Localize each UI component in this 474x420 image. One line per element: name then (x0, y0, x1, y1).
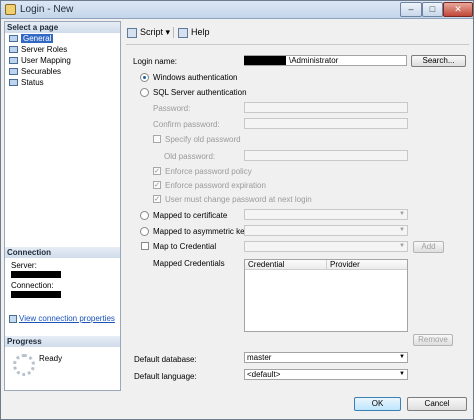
grid-header-provider[interactable]: Provider (327, 260, 407, 270)
script-icon (127, 27, 137, 38)
confirm-password-label: Confirm password: (153, 120, 220, 129)
enforce-expiration-label: Enforce password expiration (165, 181, 266, 190)
add-button[interactable]: Add (413, 241, 444, 253)
help-icon (178, 27, 188, 38)
progress-status: Ready (39, 354, 63, 363)
redacted-server (11, 271, 61, 278)
page-item-user-mapping[interactable]: User Mapping (5, 55, 120, 66)
connection-info: Connection: (5, 281, 120, 298)
chevron-down-icon: ▼ (399, 243, 405, 249)
toolbar-separator (173, 27, 174, 38)
enforce-expiration-checkbox[interactable]: ✓ (153, 181, 161, 189)
certificate-dropdown[interactable]: ▼ (244, 209, 408, 220)
connection-section: Connection Server: Connection: (5, 247, 120, 298)
asymmetric-key-dropdown[interactable]: ▼ (244, 225, 408, 236)
windows-auth-radio[interactable] (140, 73, 149, 82)
sql-auth-radio[interactable] (140, 88, 149, 97)
select-page-header: Select a page (5, 22, 120, 33)
login-icon (5, 4, 16, 15)
script-button[interactable]: Script ▾ (127, 26, 170, 38)
mapped-credentials-grid[interactable]: Credential Provider (244, 259, 408, 332)
progress-spinner-icon (13, 354, 35, 376)
page-item-status[interactable]: Status (5, 77, 120, 88)
enforce-policy-checkbox[interactable]: ✓ (153, 167, 161, 175)
view-connection-properties-link[interactable]: View connection properties (9, 314, 115, 323)
default-database-label: Default database: (134, 355, 197, 364)
progress-section: Progress Ready (5, 336, 120, 376)
ok-button[interactable]: OK (354, 397, 401, 411)
password-label: Password: (153, 104, 191, 113)
server-info: Server: (5, 261, 120, 278)
minimize-button[interactable]: – (400, 2, 422, 17)
login-name-label: Login name: (133, 57, 178, 66)
page-item-label: Status (21, 78, 44, 87)
chevron-down-icon: ▼ (399, 354, 405, 360)
maximize-button[interactable]: □ (422, 2, 443, 17)
page-icon (9, 35, 18, 42)
redacted-connection (11, 291, 61, 298)
page-item-label: Server Roles (21, 45, 68, 54)
toolbar-divider (126, 44, 469, 45)
page-icon (9, 79, 18, 86)
page-item-label: User Mapping (21, 56, 71, 65)
search-button[interactable]: Search... (411, 55, 466, 67)
chevron-down-icon: ▼ (399, 211, 405, 217)
map-credential-label: Map to Credential (153, 242, 217, 251)
mapped-asym-label: Mapped to asymmetric key (153, 227, 249, 236)
enforce-policy-label: Enforce password policy (165, 167, 252, 176)
chevron-down-icon: ▼ (399, 371, 405, 377)
toolbar: Script ▾ Help (126, 25, 466, 40)
confirm-password-input[interactable] (244, 118, 408, 129)
cancel-button[interactable]: Cancel (407, 397, 467, 411)
old-password-label: Old password: (164, 152, 216, 161)
default-database-dropdown[interactable]: master ▼ (244, 352, 408, 363)
windows-auth-label: Windows authentication (153, 73, 238, 82)
default-language-label: Default language: (134, 372, 197, 381)
connection-header: Connection (5, 247, 120, 258)
title-bar: Login - New – □ ✕ (1, 1, 473, 19)
default-language-dropdown[interactable]: <default> ▼ (244, 369, 408, 380)
page-item-securables[interactable]: Securables (5, 66, 120, 77)
redacted-login-prefix (244, 56, 286, 65)
remove-button[interactable]: Remove (413, 334, 453, 346)
sql-auth-label: SQL Server authentication (153, 88, 247, 97)
server-label: Server: (11, 261, 37, 270)
window-title: Login - New (20, 4, 74, 15)
connection-label: Connection: (11, 281, 54, 290)
grid-header-credential[interactable]: Credential (245, 260, 327, 270)
credential-dropdown[interactable]: ▼ (244, 241, 408, 252)
mapped-cert-radio[interactable] (140, 211, 149, 220)
chevron-down-icon: ▼ (399, 227, 405, 233)
page-item-label: Securables (21, 67, 62, 76)
page-icon (9, 68, 18, 75)
page-item-label: General (21, 34, 54, 43)
password-input[interactable] (244, 102, 408, 113)
progress-header: Progress (5, 336, 120, 347)
close-button[interactable]: ✕ (443, 2, 473, 17)
mapped-asym-radio[interactable] (140, 227, 149, 236)
page-icon (9, 57, 18, 64)
page-item-general[interactable]: General (5, 33, 120, 44)
specify-old-password-checkbox[interactable] (153, 135, 161, 143)
must-change-checkbox[interactable]: ✓ (153, 195, 161, 203)
page-item-server-roles[interactable]: Server Roles (5, 44, 120, 55)
login-new-dialog: Login - New – □ ✕ Select a page General … (0, 0, 474, 420)
left-pane: Select a page General Server Roles User … (4, 21, 121, 391)
mapped-credentials-label: Mapped Credentials (153, 259, 225, 268)
must-change-label: User must change password at next login (165, 195, 312, 204)
help-button[interactable]: Help (178, 26, 210, 38)
page-icon (9, 46, 18, 53)
mapped-cert-label: Mapped to certificate (153, 211, 228, 220)
map-credential-checkbox[interactable] (141, 242, 149, 250)
specify-old-password-label: Specify old password (165, 135, 241, 144)
old-password-input[interactable] (244, 150, 408, 161)
properties-icon (9, 314, 17, 323)
